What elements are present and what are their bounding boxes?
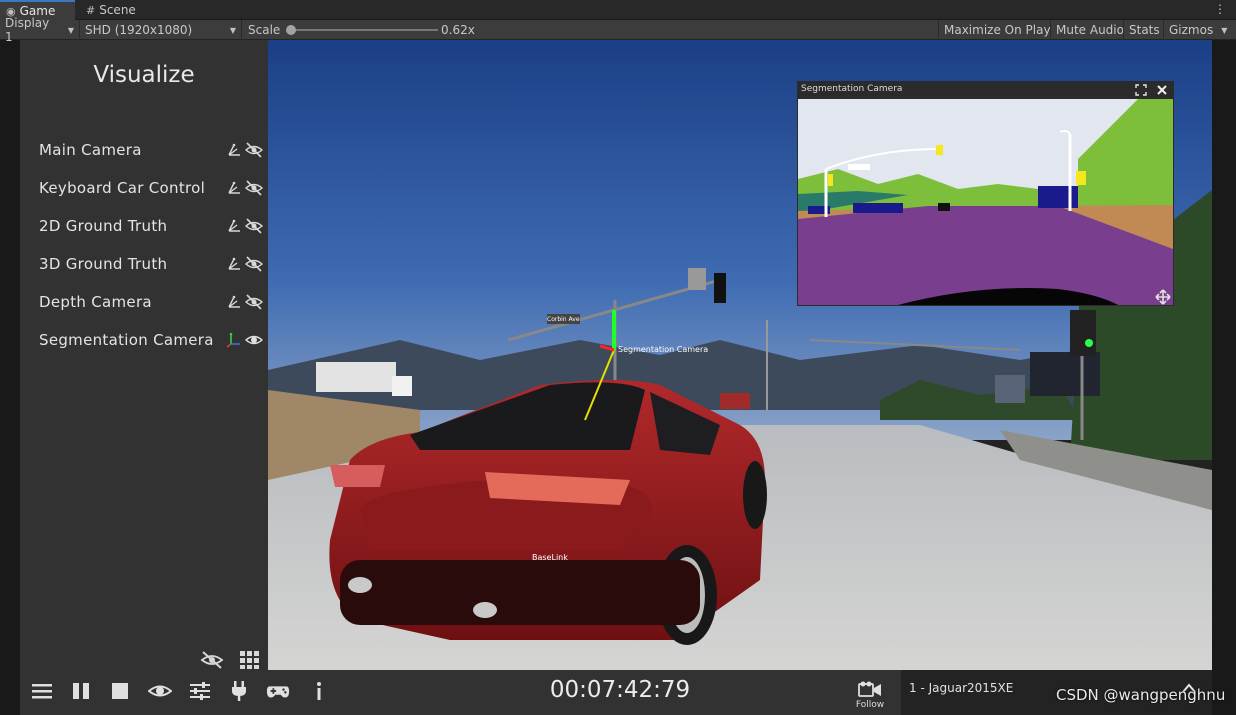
segmentation-window-title: Segmentation Camera (801, 84, 903, 94)
visualize-panel: Visualize Main Camera Keyboard Car Contr… (20, 40, 268, 670)
stop-icon[interactable] (108, 680, 132, 702)
visualize-item-label: 2D Ground Truth (39, 217, 168, 235)
visualize-item-label: Main Camera (39, 141, 142, 159)
street-sign-label: Corbin Ave (547, 316, 580, 323)
display-select[interactable]: Display 1 ▼ (0, 16, 80, 44)
chevron-down-icon: ▼ (67, 25, 74, 35)
sliders-icon[interactable] (188, 680, 212, 702)
visualize-item-3d-ground-truth: 3D Ground Truth (39, 250, 264, 278)
grid-icon[interactable] (239, 650, 261, 670)
resolution-select-value: SHD (1920x1080) (85, 23, 193, 37)
segmentation-camera-window[interactable]: Segmentation Camera (797, 81, 1174, 306)
axes-icon[interactable] (224, 292, 244, 312)
video-camera-icon (858, 681, 881, 697)
move-icon[interactable] (1155, 289, 1171, 305)
plug-icon[interactable] (227, 680, 251, 702)
eye-icon[interactable] (148, 680, 172, 702)
axes-icon[interactable] (224, 140, 244, 160)
follow-camera-button[interactable]: Follow (850, 676, 890, 712)
gamepad-icon[interactable] (266, 680, 290, 702)
expand-icon[interactable] (1135, 84, 1147, 96)
visualize-item-depth-camera: Depth Camera (39, 288, 264, 316)
segmentation-image (798, 99, 1173, 305)
close-icon[interactable] (1156, 84, 1168, 96)
hide-all-icon[interactable] (200, 649, 224, 671)
mute-audio-button[interactable]: Mute Audio (1050, 20, 1129, 40)
tab-bar: ◉ Game # Scene ⋮ (0, 0, 1236, 20)
scale-label: Scale (248, 23, 281, 37)
eye-off-icon[interactable] (244, 254, 264, 274)
chevron-down-icon: ▼ (229, 25, 236, 35)
bottom-control-bar: 00:07:42:79 Follow 1 - Jaguar2015XE (20, 670, 1212, 715)
gizmos-label: Gizmos (1169, 23, 1214, 37)
scale-slider-handle[interactable] (286, 25, 296, 35)
scale-value: 0.62x (441, 23, 475, 37)
visualize-item-main-camera: Main Camera (39, 136, 264, 164)
follow-label: Follow (855, 700, 885, 710)
visualize-item-label: Depth Camera (39, 293, 152, 311)
resolution-select[interactable]: SHD (1920x1080) ▼ (80, 20, 242, 40)
tab-scene[interactable]: # Scene (80, 0, 150, 20)
eye-off-icon[interactable] (244, 292, 264, 312)
visualize-item-label: Segmentation Camera (39, 331, 214, 349)
scale-slider-track[interactable] (290, 29, 438, 31)
game-toolbar: Display 1 ▼ SHD (1920x1080) ▼ Scale 0.62… (0, 16, 1236, 44)
tab-scene-label: Scene (99, 3, 136, 17)
maximize-on-play-button[interactable]: Maximize On Play (938, 20, 1056, 40)
eye-icon[interactable] (244, 330, 264, 350)
stats-button[interactable]: Stats (1123, 20, 1165, 40)
eye-off-icon[interactable] (244, 140, 264, 160)
axes-icon[interactable] (224, 178, 244, 198)
visualize-title: Visualize (93, 62, 195, 88)
visualize-item-2d-ground-truth: 2D Ground Truth (39, 212, 264, 240)
visualize-item-label: Keyboard Car Control (39, 179, 206, 197)
grid-icon: # (86, 3, 96, 17)
gizmos-button[interactable]: Gizmos ▼ (1163, 20, 1236, 40)
segmentation-camera-3d-label: Segmentation Camera (618, 345, 709, 354)
chevron-down-icon: ▼ (1221, 25, 1228, 35)
more-options-icon[interactable]: ⋮ (1214, 2, 1226, 16)
eye-off-icon[interactable] (244, 178, 264, 198)
axes-icon[interactable] (224, 254, 244, 274)
axes-icon[interactable] (224, 216, 244, 236)
visualize-item-keyboard-car-control: Keyboard Car Control (39, 174, 264, 202)
watermark-text: CSDN @wangpenghnu (1056, 686, 1226, 704)
pause-icon[interactable] (69, 680, 93, 702)
baselink-label: BaseLink (532, 553, 568, 562)
simulation-timer: 00:07:42:79 (549, 677, 691, 703)
menu-icon[interactable] (30, 680, 54, 702)
axes-colored-icon[interactable] (224, 330, 244, 350)
visualize-item-segmentation-camera: Segmentation Camera (39, 326, 264, 354)
info-icon[interactable] (307, 680, 331, 702)
eye-off-icon[interactable] (244, 216, 264, 236)
visualize-item-label: 3D Ground Truth (39, 255, 168, 273)
vehicle-label: 1 - Jaguar2015XE (909, 681, 1014, 695)
